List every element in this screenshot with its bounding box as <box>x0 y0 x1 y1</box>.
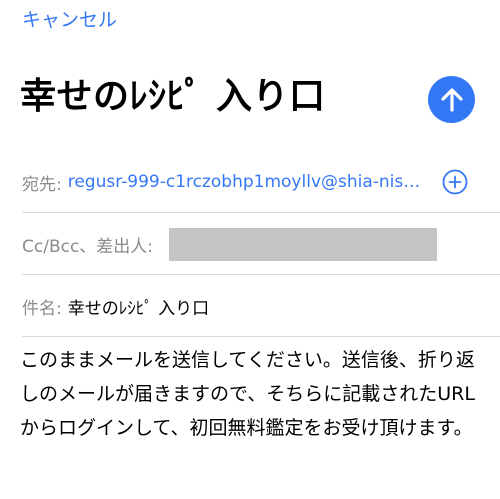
message-body[interactable]: このままメールを送信してください。送信後、折り返しのメールが届きますので、そちら… <box>20 343 490 445</box>
subject-field[interactable]: 件名: 幸せのﾚｼﾋﾟ 入り口 <box>22 276 500 337</box>
to-field[interactable]: 宛先: regusr-999-c1rczobhp1moyllv@shia-nis… <box>22 152 500 213</box>
arrow-up-icon <box>440 87 463 112</box>
to-recipient[interactable]: regusr-999-c1rczobhp1moyllv@shia-nishiki… <box>68 172 430 192</box>
plus-circle-icon[interactable] <box>442 169 468 195</box>
to-label: 宛先: <box>22 174 62 195</box>
cc-bcc-from-field[interactable]: Cc/Bcc、差出人: <box>22 214 500 275</box>
cc-bcc-from-label: Cc/Bcc、差出人: <box>22 236 154 257</box>
redacted-sender <box>169 228 437 261</box>
subject-label: 件名: <box>22 298 62 319</box>
subject-value[interactable]: 幸せのﾚｼﾋﾟ 入り口 <box>68 294 209 319</box>
cancel-button[interactable]: キャンセル <box>22 6 117 34</box>
send-button[interactable] <box>428 76 475 123</box>
subject-title: 幸せのﾚｼﾋﾟ 入り口 <box>20 76 326 117</box>
